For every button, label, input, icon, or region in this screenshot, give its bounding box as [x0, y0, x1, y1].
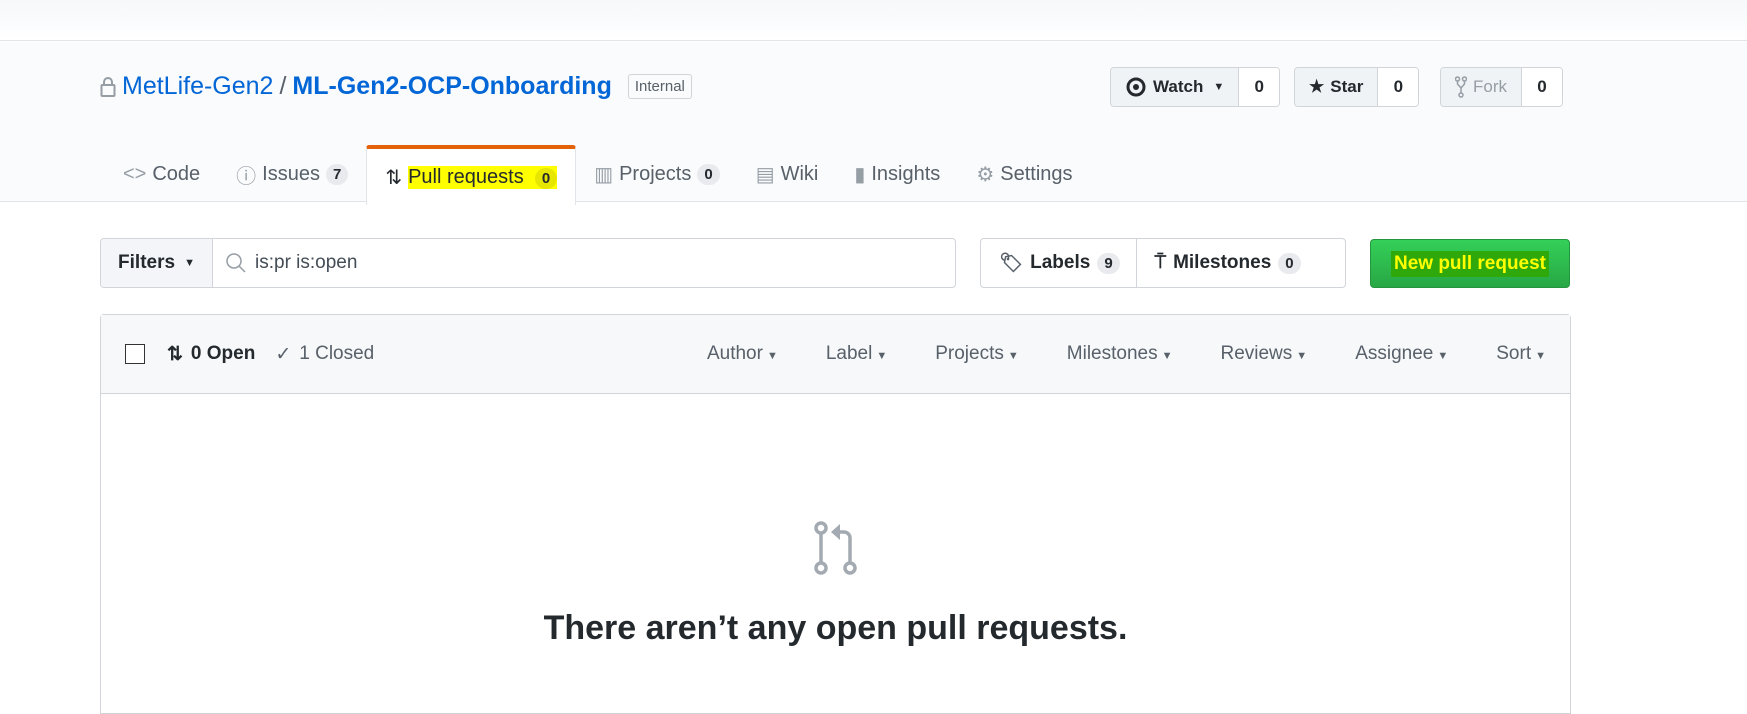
new-pull-request-button[interactable]: New pull request	[1370, 239, 1570, 288]
gear-icon: ⚙	[976, 163, 995, 186]
separator: /	[279, 72, 287, 100]
tag-icon: 🏷︎	[999, 253, 1024, 274]
fork-button[interactable]: Fork	[1441, 68, 1522, 106]
repo-name-link[interactable]: ML-Gen2-OCP-Onboarding	[292, 72, 611, 101]
top-bar	[0, 0, 1747, 41]
project-icon: ▥	[594, 163, 614, 186]
search-input[interactable]	[255, 252, 855, 274]
labels-milestones: 🏷︎ Labels 9 ⍑ Milestones 0	[980, 238, 1346, 288]
star-button[interactable]: ★ Star	[1295, 68, 1379, 106]
reviews-menu[interactable]: Reviews ▼	[1220, 343, 1307, 365]
repo-tabs: <> Code ⓘ Issues 7 ⇅ Pull requests 0 ▥ Projec…	[105, 145, 1091, 205]
filters-dropdown[interactable]: Filters ▼	[101, 239, 213, 287]
watch-group: Watch ▼ 0	[1110, 67, 1281, 107]
repo-title: MetLife-Gen2 / ML-Gen2-OCP-Onboarding In…	[100, 72, 692, 101]
tab-code[interactable]: <> Code	[105, 145, 218, 203]
code-icon: <>	[123, 162, 147, 185]
graph-icon: ▮	[854, 163, 866, 186]
pull-request-icon: ⇅	[167, 343, 183, 365]
tab-wiki[interactable]: ▤ Wiki	[738, 145, 837, 203]
pull-request-icon	[813, 521, 857, 575]
tab-projects[interactable]: ▥ Projects 0	[576, 145, 738, 203]
sort-menu[interactable]: Sort ▼	[1496, 343, 1546, 365]
tab-settings[interactable]: ⚙ Settings	[958, 145, 1090, 203]
milestones-menu[interactable]: Milestones ▼	[1067, 343, 1173, 365]
milestone-icon: ⍑	[1154, 252, 1167, 273]
fork-count[interactable]: 0	[1522, 68, 1562, 106]
star-icon: ★	[1309, 77, 1325, 96]
open-filter[interactable]: ⇅ 0 Open	[167, 343, 255, 366]
search-icon	[226, 253, 246, 273]
empty-message: There aren’t any open pull requests.	[543, 609, 1128, 647]
star-count[interactable]: 0	[1378, 68, 1419, 106]
list-header: ⇅ 0 Open ✓ 1 Closed Author ▼ Label ▼ Project…	[101, 315, 1570, 394]
closed-filter[interactable]: ✓ 1 Closed	[275, 343, 374, 366]
labels-button[interactable]: 🏷︎ Labels 9	[981, 239, 1137, 287]
fork-group: Fork 0	[1440, 67, 1563, 107]
check-icon: ✓	[275, 343, 292, 365]
repo-owner-link[interactable]: MetLife-Gen2	[122, 72, 273, 101]
tab-issues[interactable]: ⓘ Issues 7	[218, 145, 366, 203]
fork-icon	[1455, 76, 1467, 98]
lock-icon	[100, 76, 116, 97]
issue-icon: ⓘ	[236, 165, 257, 188]
milestones-button[interactable]: ⍑ Milestones 0	[1137, 239, 1319, 287]
projects-menu[interactable]: Projects ▼	[935, 343, 1019, 365]
watch-button[interactable]: Watch ▼	[1111, 68, 1240, 106]
labels-count: 9	[1097, 252, 1120, 274]
projects-count: 0	[697, 163, 720, 185]
milestones-count: 0	[1278, 252, 1301, 274]
tab-pull-requests[interactable]: ⇅ Pull requests 0	[366, 145, 577, 205]
pull-request-list: ⇅ 0 Open ✓ 1 Closed Author ▼ Label ▼ Project…	[100, 314, 1571, 714]
eye-icon	[1126, 77, 1146, 97]
filter-bar: Filters ▼	[100, 238, 956, 288]
pr-count: 0	[534, 167, 558, 189]
tab-insights[interactable]: ▮ Insights	[836, 145, 958, 203]
visibility-badge: Internal	[627, 74, 692, 99]
pull-request-icon: ⇅	[385, 166, 403, 189]
book-icon: ▤	[755, 163, 775, 186]
select-all-checkbox[interactable]	[125, 344, 145, 364]
issues-count: 7	[325, 163, 349, 185]
star-group: ★ Star 0	[1294, 67, 1420, 107]
label-menu[interactable]: Label ▼	[826, 343, 887, 365]
watch-count[interactable]: 0	[1239, 68, 1280, 106]
assignee-menu[interactable]: Assignee ▼	[1355, 343, 1448, 365]
author-menu[interactable]: Author ▼	[707, 343, 778, 365]
empty-state: There aren’t any open pull requests.	[100, 520, 1571, 648]
